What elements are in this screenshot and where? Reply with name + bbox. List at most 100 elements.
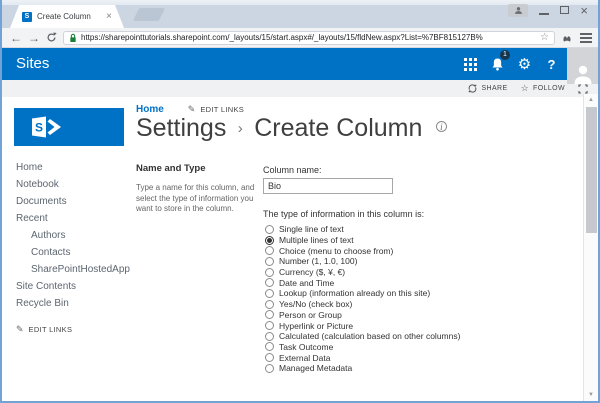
sharepoint-logo[interactable]: S <box>14 108 124 146</box>
ribbon-row: SHARE ☆ FOLLOW <box>2 80 598 97</box>
column-type-option[interactable]: Date and Time <box>265 277 573 288</box>
maximize-button[interactable] <box>560 6 570 14</box>
radio-label[interactable]: Date and Time <box>279 278 334 288</box>
radio-label[interactable]: Yes/No (check box) <box>279 299 352 309</box>
column-type-option[interactable]: Hyperlink or Picture <box>265 320 573 331</box>
notifications-button[interactable]: 1 <box>484 48 511 80</box>
column-type-option[interactable]: Yes/No (check box) <box>265 299 573 310</box>
column-type-option[interactable]: Choice (menu to choose from) <box>265 245 573 256</box>
radio-label[interactable]: Currency ($, ¥, €) <box>279 267 345 277</box>
bookmark-star-icon[interactable]: ☆ <box>540 32 549 43</box>
title-create-column: Create Column <box>254 114 423 142</box>
radio-button[interactable] <box>265 331 274 341</box>
page-title: Settings › Create Column i <box>136 114 447 143</box>
radio-label[interactable]: Number (1, 1.0, 100) <box>279 256 357 266</box>
column-type-option[interactable]: Currency ($, ¥, €) <box>265 267 573 278</box>
radio-button[interactable] <box>265 321 274 331</box>
radio-button[interactable] <box>265 256 274 266</box>
radio-label[interactable]: Person or Group <box>279 310 342 320</box>
scrollbar-thumb[interactable] <box>586 107 597 233</box>
secure-lock-icon <box>70 33 76 42</box>
column-type-option[interactable]: External Data <box>265 352 573 363</box>
page-scrollbar[interactable]: ▲ ▼ <box>583 94 598 401</box>
radio-button[interactable] <box>265 235 274 245</box>
radio-button[interactable] <box>265 246 274 256</box>
focus-mode-icon[interactable] <box>578 83 588 94</box>
sidebar-item[interactable]: Recycle Bin <box>16 295 130 312</box>
app-launcher-button[interactable] <box>457 48 484 80</box>
sidebar-nav: Home Notebook Documents Recent Authors C… <box>16 159 130 312</box>
radio-button[interactable] <box>265 224 274 234</box>
pencil-icon: ✎ <box>187 104 196 114</box>
url-text: https://sharepointtutorials.sharepoint.c… <box>81 33 483 42</box>
column-type-option[interactable]: Lookup (information already on this site… <box>265 288 573 299</box>
sidebar-item[interactable]: SharePointHostedApp <box>16 261 130 278</box>
settings-button[interactable]: ⚙ <box>511 48 538 80</box>
tab-title: Create Column <box>37 12 91 21</box>
column-type-option[interactable]: Person or Group <box>265 310 573 321</box>
address-input[interactable]: https://sharepointtutorials.sharepoint.c… <box>63 30 555 45</box>
radio-label[interactable]: Managed Metadata <box>279 363 352 373</box>
column-type-option[interactable]: Task Outcome <box>265 342 573 353</box>
sidebar-item[interactable]: Home <box>16 159 130 176</box>
forward-icon[interactable]: → <box>28 32 40 44</box>
refresh-icon[interactable] <box>46 32 57 43</box>
back-icon[interactable]: ← <box>10 32 22 44</box>
share-label: SHARE <box>481 85 508 92</box>
radio-button[interactable] <box>265 267 274 277</box>
follow-button[interactable]: ☆ FOLLOW <box>521 84 565 93</box>
browser-menu-icon[interactable] <box>579 31 592 45</box>
radio-button[interactable] <box>265 278 274 288</box>
sharepoint-favicon-icon: S <box>22 12 32 22</box>
share-button[interactable]: SHARE <box>468 84 507 93</box>
suite-bar-title[interactable]: Sites <box>16 48 49 80</box>
radio-label[interactable]: Single line of text <box>279 224 344 234</box>
info-icon[interactable]: i <box>435 121 447 132</box>
column-type-option[interactable]: Single line of text <box>265 224 573 235</box>
new-tab-button[interactable] <box>132 8 166 21</box>
breadcrumb-edit-links[interactable]: ✎ EDIT LINKS <box>187 104 244 115</box>
minimize-button[interactable] <box>539 5 550 15</box>
column-type-option[interactable]: Managed Metadata <box>265 363 573 374</box>
help-button[interactable]: ? <box>538 48 565 80</box>
radio-button[interactable] <box>265 288 274 298</box>
sidebar-item[interactable]: Notebook <box>16 176 130 193</box>
radio-button[interactable] <box>265 363 274 373</box>
sidebar-item[interactable]: Recent <box>16 210 130 227</box>
column-type-option[interactable]: Multiple lines of text <box>265 235 573 246</box>
sidebar-item[interactable]: Site Contents <box>16 278 130 295</box>
main-panel: Home ✎ EDIT LINKS Settings › Create Colu… <box>136 97 583 401</box>
radio-label[interactable]: External Data <box>279 353 331 363</box>
column-name-input[interactable] <box>263 178 393 194</box>
radio-label[interactable]: Multiple lines of text <box>279 235 354 245</box>
radio-label[interactable]: Choice (menu to choose from) <box>279 246 393 256</box>
radio-button[interactable] <box>265 342 274 352</box>
tab-close-icon[interactable]: × <box>106 12 112 22</box>
close-button[interactable]: × <box>580 4 588 17</box>
title-settings[interactable]: Settings <box>136 114 226 142</box>
radio-button[interactable] <box>265 310 274 320</box>
browser-window: S Create Column × × ← → https://sharepoi… <box>0 0 600 403</box>
radio-label[interactable]: Task Outcome <box>279 342 333 352</box>
column-type-option[interactable]: Calculated (calculation based on other c… <box>265 331 573 342</box>
person-silhouette-icon <box>574 65 591 84</box>
column-type-option[interactable]: Number (1, 1.0, 100) <box>265 256 573 267</box>
browser-tab[interactable]: S Create Column × <box>10 5 124 28</box>
sidebar-edit-links[interactable]: ✎ EDIT LINKS <box>16 325 72 335</box>
sidebar-item[interactable]: Contacts <box>16 244 130 261</box>
extension-icon[interactable] <box>561 32 573 44</box>
radio-label[interactable]: Lookup (information already on this site… <box>279 288 430 298</box>
user-avatar[interactable] <box>567 48 598 84</box>
radio-button[interactable] <box>265 299 274 309</box>
radio-label[interactable]: Hyperlink or Picture <box>279 321 353 331</box>
sidebar-item[interactable]: Documents <box>16 193 130 210</box>
title-separator: › <box>237 120 243 137</box>
scroll-down-icon[interactable]: ▼ <box>584 392 598 398</box>
titlebar: S Create Column × × <box>2 0 598 28</box>
radio-label[interactable]: Calculated (calculation based on other c… <box>279 331 460 341</box>
browser-profile-button[interactable] <box>508 3 529 17</box>
suite-bar: Sites 1 ⚙ ? <box>2 48 598 84</box>
scroll-up-icon[interactable]: ▲ <box>584 97 598 103</box>
sidebar-item[interactable]: Authors <box>16 227 130 244</box>
radio-button[interactable] <box>265 353 274 363</box>
